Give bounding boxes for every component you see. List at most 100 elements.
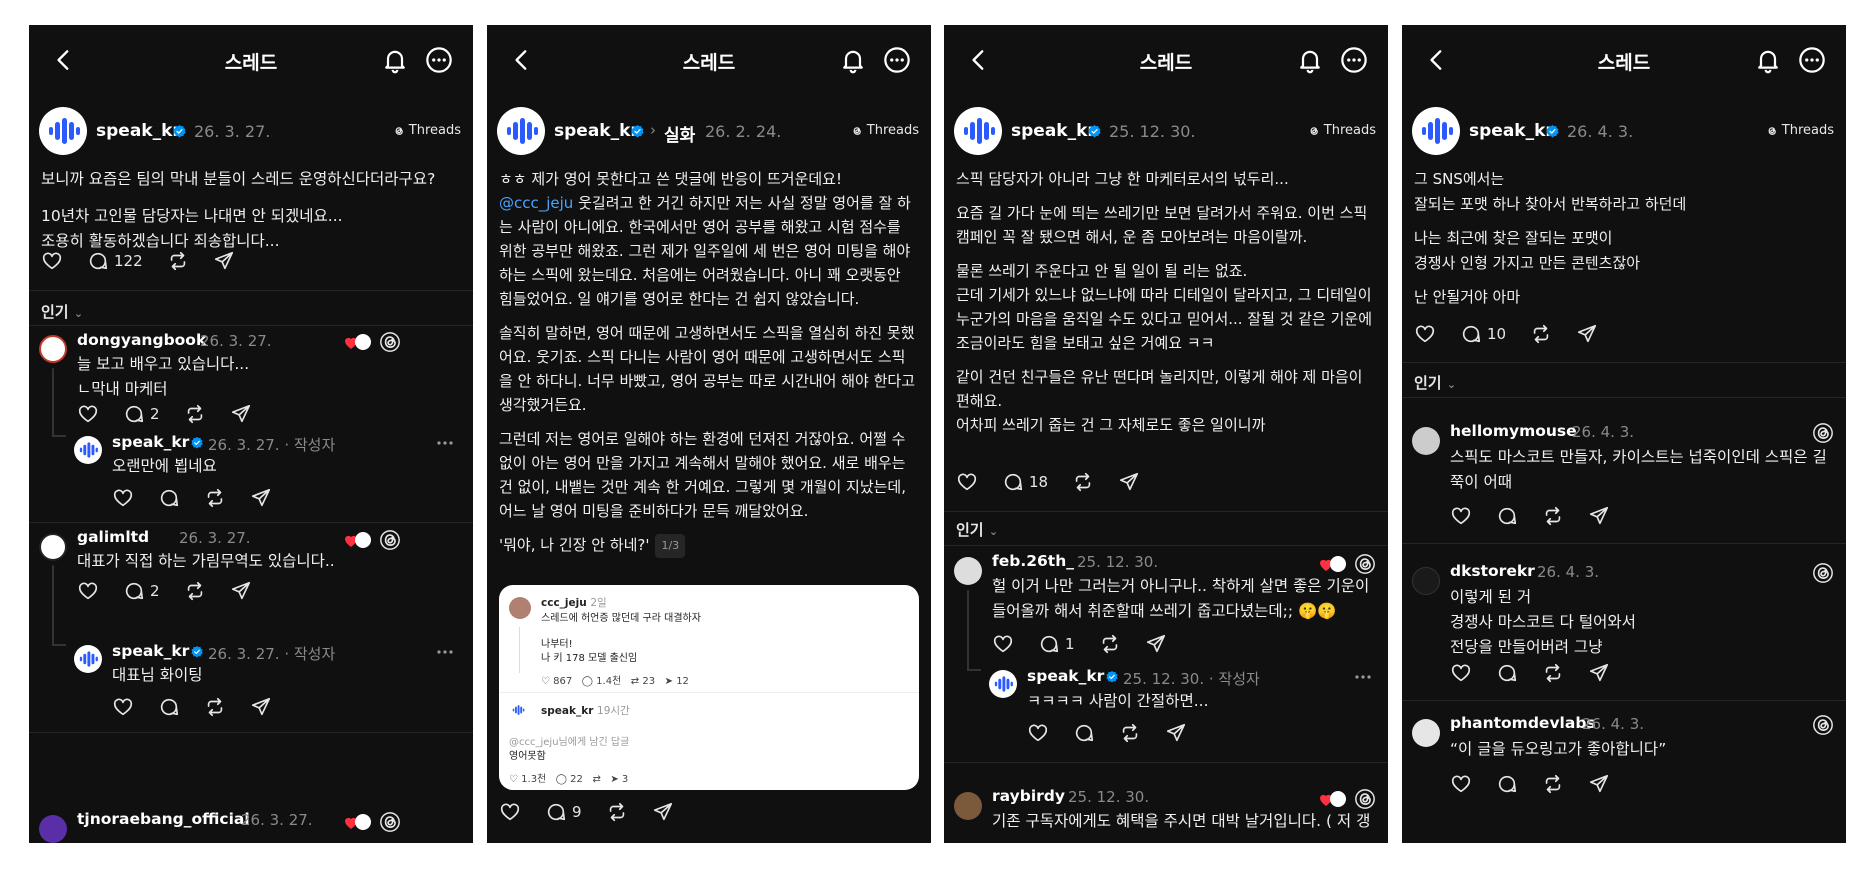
avatar[interactable] <box>1412 567 1440 595</box>
repost-button[interactable] <box>184 403 206 425</box>
threads-icon[interactable] <box>1812 422 1834 444</box>
threads-icon[interactable] <box>1354 788 1376 810</box>
avatar[interactable] <box>39 335 67 363</box>
repost-button[interactable] <box>606 801 628 823</box>
repost-button[interactable] <box>1099 633 1121 655</box>
share-button[interactable] <box>1588 662 1610 684</box>
comment-username[interactable]: dkstorekr <box>1450 562 1535 580</box>
share-button[interactable] <box>1576 323 1598 345</box>
share-button[interactable] <box>230 580 252 602</box>
threads-icon[interactable] <box>379 811 401 833</box>
more-icon[interactable] <box>883 46 911 74</box>
like-button[interactable] <box>77 403 99 425</box>
comment-username[interactable]: phantomdevlabs <box>1450 714 1596 732</box>
comment-username[interactable]: hellomymouse <box>1450 422 1577 440</box>
more-icon[interactable] <box>1352 666 1374 688</box>
comment-username[interactable]: tjnoraebang_official <box>77 810 250 828</box>
post-username[interactable]: speak_kr <box>1011 121 1096 141</box>
repost-button[interactable] <box>167 250 189 272</box>
share-button[interactable] <box>250 696 272 718</box>
threads-icon[interactable] <box>1812 714 1834 736</box>
bell-icon[interactable] <box>1754 46 1782 74</box>
more-icon[interactable] <box>434 432 456 454</box>
comment-username[interactable]: dongyangbook <box>77 331 206 349</box>
repost-button[interactable] <box>1119 722 1141 744</box>
bell-icon[interactable] <box>381 46 409 74</box>
more-icon[interactable] <box>1798 46 1826 74</box>
sort-dropdown[interactable]: 인기 ⌄ <box>956 519 998 540</box>
repost-button[interactable] <box>1530 323 1552 345</box>
repost-button[interactable] <box>204 487 226 509</box>
avatar[interactable] <box>497 107 545 155</box>
like-button[interactable] <box>992 633 1014 655</box>
reply-button[interactable]: 10 <box>1460 323 1506 345</box>
threads-icon[interactable] <box>1354 553 1376 575</box>
reply-button[interactable] <box>1496 505 1518 527</box>
like-button[interactable] <box>112 696 134 718</box>
reply-button[interactable]: 9 <box>545 801 582 823</box>
like-button[interactable] <box>1027 722 1049 744</box>
repost-button[interactable] <box>1542 773 1564 795</box>
like-button[interactable] <box>1450 662 1472 684</box>
like-button[interactable] <box>956 471 978 493</box>
reply-button[interactable] <box>1073 722 1095 744</box>
avatar[interactable] <box>39 533 67 561</box>
avatar[interactable] <box>39 815 67 843</box>
avatar[interactable] <box>954 792 982 820</box>
comment-username[interactable]: speak_kr <box>1027 667 1104 685</box>
share-button[interactable] <box>1118 471 1140 493</box>
avatar[interactable] <box>1412 427 1440 455</box>
like-button[interactable] <box>1450 773 1472 795</box>
post-username[interactable]: speak_kr <box>96 121 181 141</box>
threads-icon[interactable] <box>379 331 401 353</box>
reply-button[interactable] <box>158 696 180 718</box>
comment-username[interactable]: speak_kr <box>112 642 189 660</box>
reply-button[interactable]: 2 <box>123 580 160 602</box>
comment-username[interactable]: galimltd <box>77 528 149 546</box>
share-button[interactable] <box>1588 773 1610 795</box>
reply-button[interactable] <box>1496 662 1518 684</box>
comment-username[interactable]: speak_kr <box>112 433 189 451</box>
share-button[interactable] <box>230 403 252 425</box>
reply-button[interactable] <box>158 487 180 509</box>
reply-button[interactable] <box>1496 773 1518 795</box>
repost-button[interactable] <box>1072 471 1094 493</box>
reply-button[interactable]: 2 <box>123 403 160 425</box>
share-button[interactable] <box>652 801 674 823</box>
like-button[interactable] <box>112 487 134 509</box>
like-button[interactable] <box>1450 505 1472 527</box>
avatar[interactable] <box>1412 719 1440 747</box>
avatar[interactable] <box>954 107 1002 155</box>
share-button[interactable] <box>1145 633 1167 655</box>
like-button[interactable] <box>41 250 63 272</box>
more-icon[interactable] <box>425 46 453 74</box>
threads-icon[interactable] <box>379 529 401 551</box>
repost-button[interactable] <box>184 580 206 602</box>
like-button[interactable] <box>499 801 521 823</box>
avatar[interactable] <box>74 436 102 464</box>
threads-icon[interactable] <box>1812 562 1834 584</box>
comment-username[interactable]: feb.26th_ <box>992 552 1074 570</box>
bell-icon[interactable] <box>1296 46 1324 74</box>
more-icon[interactable] <box>1340 46 1368 74</box>
mention-link[interactable]: @ccc_jeju <box>499 194 573 212</box>
avatar[interactable] <box>39 107 87 155</box>
sort-dropdown[interactable]: 인기 ⌄ <box>1414 372 1456 393</box>
repost-button[interactable] <box>204 696 226 718</box>
share-button[interactable] <box>213 250 235 272</box>
bell-icon[interactable] <box>839 46 867 74</box>
sort-dropdown[interactable]: 인기 ⌄ <box>41 301 83 322</box>
share-button[interactable] <box>1588 505 1610 527</box>
like-button[interactable] <box>1414 323 1436 345</box>
repost-button[interactable] <box>1542 662 1564 684</box>
reply-button[interactable]: 1 <box>1038 633 1075 655</box>
more-icon[interactable] <box>434 641 456 663</box>
share-button[interactable] <box>1165 722 1187 744</box>
avatar[interactable] <box>989 670 1017 698</box>
post-username[interactable]: speak_kr <box>554 121 639 141</box>
repost-button[interactable] <box>1542 505 1564 527</box>
reply-button[interactable]: 122 <box>87 250 143 272</box>
like-button[interactable] <box>77 580 99 602</box>
comment-username[interactable]: raybirdy <box>992 787 1065 805</box>
avatar[interactable] <box>1412 107 1460 155</box>
